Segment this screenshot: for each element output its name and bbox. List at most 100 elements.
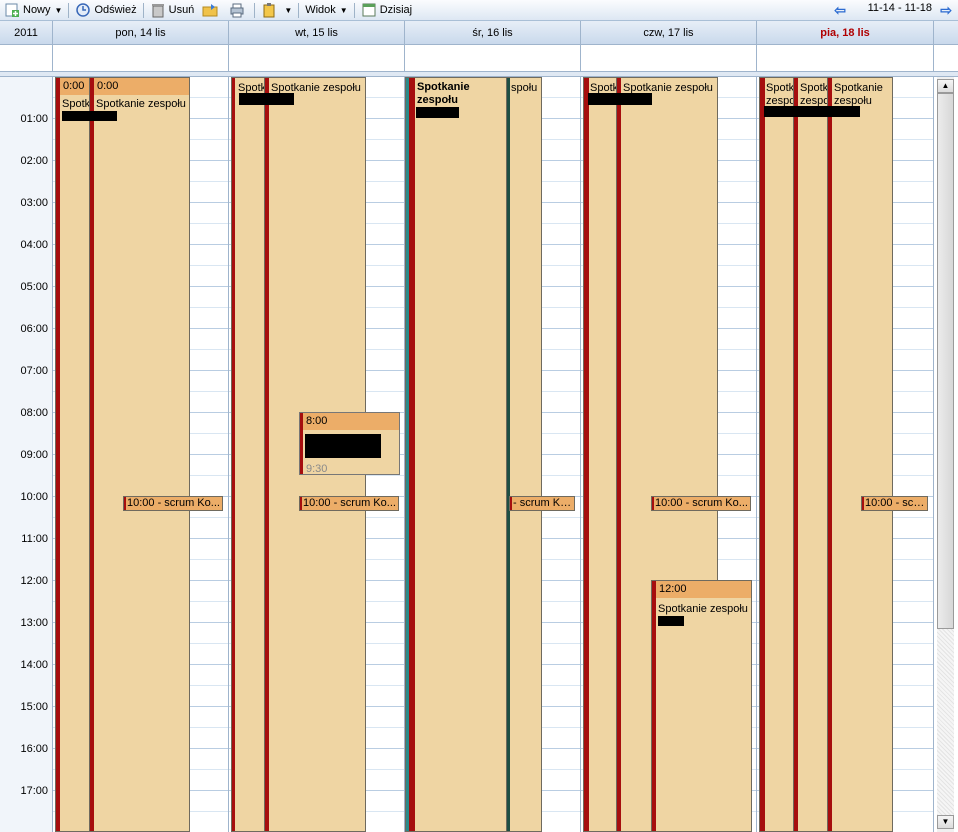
all-day-corner	[0, 45, 53, 72]
toolbar-separator	[298, 2, 300, 18]
event-title: społu	[511, 82, 538, 94]
hour-label: 03:00	[20, 197, 48, 209]
day-header-wed[interactable]: śr, 16 lis	[405, 21, 581, 45]
event-color-bar	[584, 78, 589, 831]
calendar-grid: 01:00 02:00 03:00 04:00 05:00 06:00 07:0…	[0, 77, 934, 832]
folder-button[interactable]	[198, 0, 225, 21]
scrum-label: 10:00 - scrum Ko...	[655, 497, 748, 509]
event-title: Spotkanie zespołu	[96, 98, 186, 110]
scrum-event[interactable]: 10:00 - scrum Ko...	[299, 496, 399, 511]
redacted-text	[62, 111, 117, 121]
all-day-row	[0, 45, 958, 72]
toolbar: Nowy ▼ Odśwież Usuń ▼ Widok ▼ Dzisiaj ⇦ …	[0, 0, 958, 21]
time-column: 01:00 02:00 03:00 04:00 05:00 06:00 07:0…	[0, 77, 53, 832]
delete-button[interactable]: Usuń	[146, 0, 199, 21]
hour-label: 11:00	[21, 533, 48, 545]
new-button[interactable]: Nowy ▼	[0, 0, 66, 21]
event-block[interactable]: Spotk zespo	[759, 77, 795, 832]
print-button[interactable]	[225, 0, 252, 21]
scroll-up-button[interactable]: ▲	[937, 79, 954, 93]
event-popup[interactable]: 8:00 9:30	[299, 412, 400, 475]
event-color-bar	[617, 78, 621, 831]
event-block[interactable]: społu	[506, 77, 542, 832]
day-header: 2011 pon, 14 lis wt, 15 lis śr, 16 lis c…	[0, 21, 958, 45]
print-icon	[229, 2, 245, 18]
redacted-text	[658, 616, 684, 626]
hour-label: 13:00	[20, 617, 48, 629]
event-block[interactable]: Spotk	[583, 77, 619, 832]
all-day-cell[interactable]	[405, 45, 581, 72]
event-color-bar	[828, 78, 832, 831]
event-title: Spotk	[766, 82, 795, 94]
scrum-label: 10:00 - scrum Ko...	[303, 497, 396, 509]
event-color-bar	[794, 78, 798, 831]
day-header-thu[interactable]: czw, 17 lis	[581, 21, 757, 45]
redacted-text	[416, 107, 459, 118]
hour-label: 09:00	[20, 449, 48, 461]
scrum-label: 10:00 - scrum Ko...	[127, 497, 220, 509]
hour-label: 12:00	[20, 575, 48, 587]
scrum-event[interactable]: 10:00 - scrum	[861, 496, 928, 511]
all-day-cell[interactable]	[581, 45, 757, 72]
toolbar-separator	[68, 2, 70, 18]
scrollbar-thumb[interactable]	[937, 93, 954, 629]
event-color-bar	[510, 497, 512, 510]
scrum-event[interactable]: 10:00 - scrum Ko...	[123, 496, 223, 511]
today-button[interactable]: Dzisiaj	[357, 0, 416, 21]
event-color-bar	[90, 78, 94, 831]
event-block[interactable]: 0:00 Spotk	[55, 77, 91, 832]
event-time: 0:00	[94, 78, 189, 95]
event-color-bar	[232, 78, 235, 831]
refresh-button[interactable]: Odśwież	[71, 0, 140, 21]
delete-icon	[150, 2, 166, 18]
event-time: 0:00	[60, 78, 90, 95]
day-header-tue[interactable]: wt, 15 lis	[229, 21, 405, 45]
event-block[interactable]: Spotk zespo	[793, 77, 829, 832]
hour-label: 06:00	[20, 323, 48, 335]
hour-label: 17:00	[20, 785, 48, 797]
view-label: Widok	[305, 4, 336, 16]
hour-label: 01:00	[20, 113, 48, 125]
vertical-scrollbar[interactable]: ▲ ▼	[934, 77, 958, 832]
event-block[interactable]: 12:00 Spotkanie zespołu	[651, 580, 752, 832]
event-color-bar	[652, 497, 654, 510]
all-day-cell[interactable]	[229, 45, 405, 72]
refresh-icon	[75, 2, 91, 18]
event-time: 8:00	[303, 413, 399, 430]
event-title: Spotkanie zespołu	[658, 603, 748, 615]
new-icon	[4, 2, 20, 18]
all-day-cell[interactable]	[757, 45, 934, 72]
view-menu[interactable]: Widok ▼	[301, 0, 351, 21]
chevron-down-icon[interactable]: ▼	[55, 6, 63, 15]
toolbar-separator	[254, 2, 256, 18]
scrollbar-track-lower[interactable]	[937, 629, 954, 815]
scrum-event[interactable]: - scrum Ko...	[509, 496, 575, 511]
arrow-left-icon[interactable]: ⇦	[834, 2, 846, 19]
day-header-fri[interactable]: pia, 18 lis	[757, 21, 934, 45]
scroll-down-button[interactable]: ▼	[937, 815, 954, 829]
event-block[interactable]: Spotkanie zespołu	[405, 77, 509, 832]
toolbar-separator	[353, 2, 355, 18]
event-block[interactable]: Spotkanie zespołu	[827, 77, 893, 832]
calendar-icon	[361, 2, 377, 18]
new-label: Nowy	[23, 4, 51, 16]
redacted-text	[305, 434, 381, 458]
event-block[interactable]: 0:00 Spotkanie zespołu	[89, 77, 190, 832]
arrow-right-icon[interactable]: ⇨	[940, 2, 952, 19]
day-header-mon[interactable]: pon, 14 lis	[53, 21, 229, 45]
clipboard-button[interactable]: ▼	[257, 0, 296, 21]
year-label: 2011	[0, 21, 53, 45]
scrum-event[interactable]: 10:00 - scrum Ko...	[651, 496, 751, 511]
redacted-text	[239, 93, 294, 105]
event-color-bar	[56, 78, 60, 831]
hour-label: 14:00	[20, 659, 48, 671]
hour-label: 02:00	[20, 155, 48, 167]
event-block[interactable]: Spotk	[231, 77, 267, 832]
chevron-down-icon[interactable]: ▼	[284, 6, 292, 15]
event-color-bar	[265, 78, 269, 831]
clipboard-icon	[261, 2, 277, 18]
all-day-cell[interactable]	[53, 45, 229, 72]
date-range: 11-14 - 11-18	[867, 2, 932, 14]
event-end-time: 9:30	[306, 463, 328, 475]
hour-label: 15:00	[20, 701, 48, 713]
